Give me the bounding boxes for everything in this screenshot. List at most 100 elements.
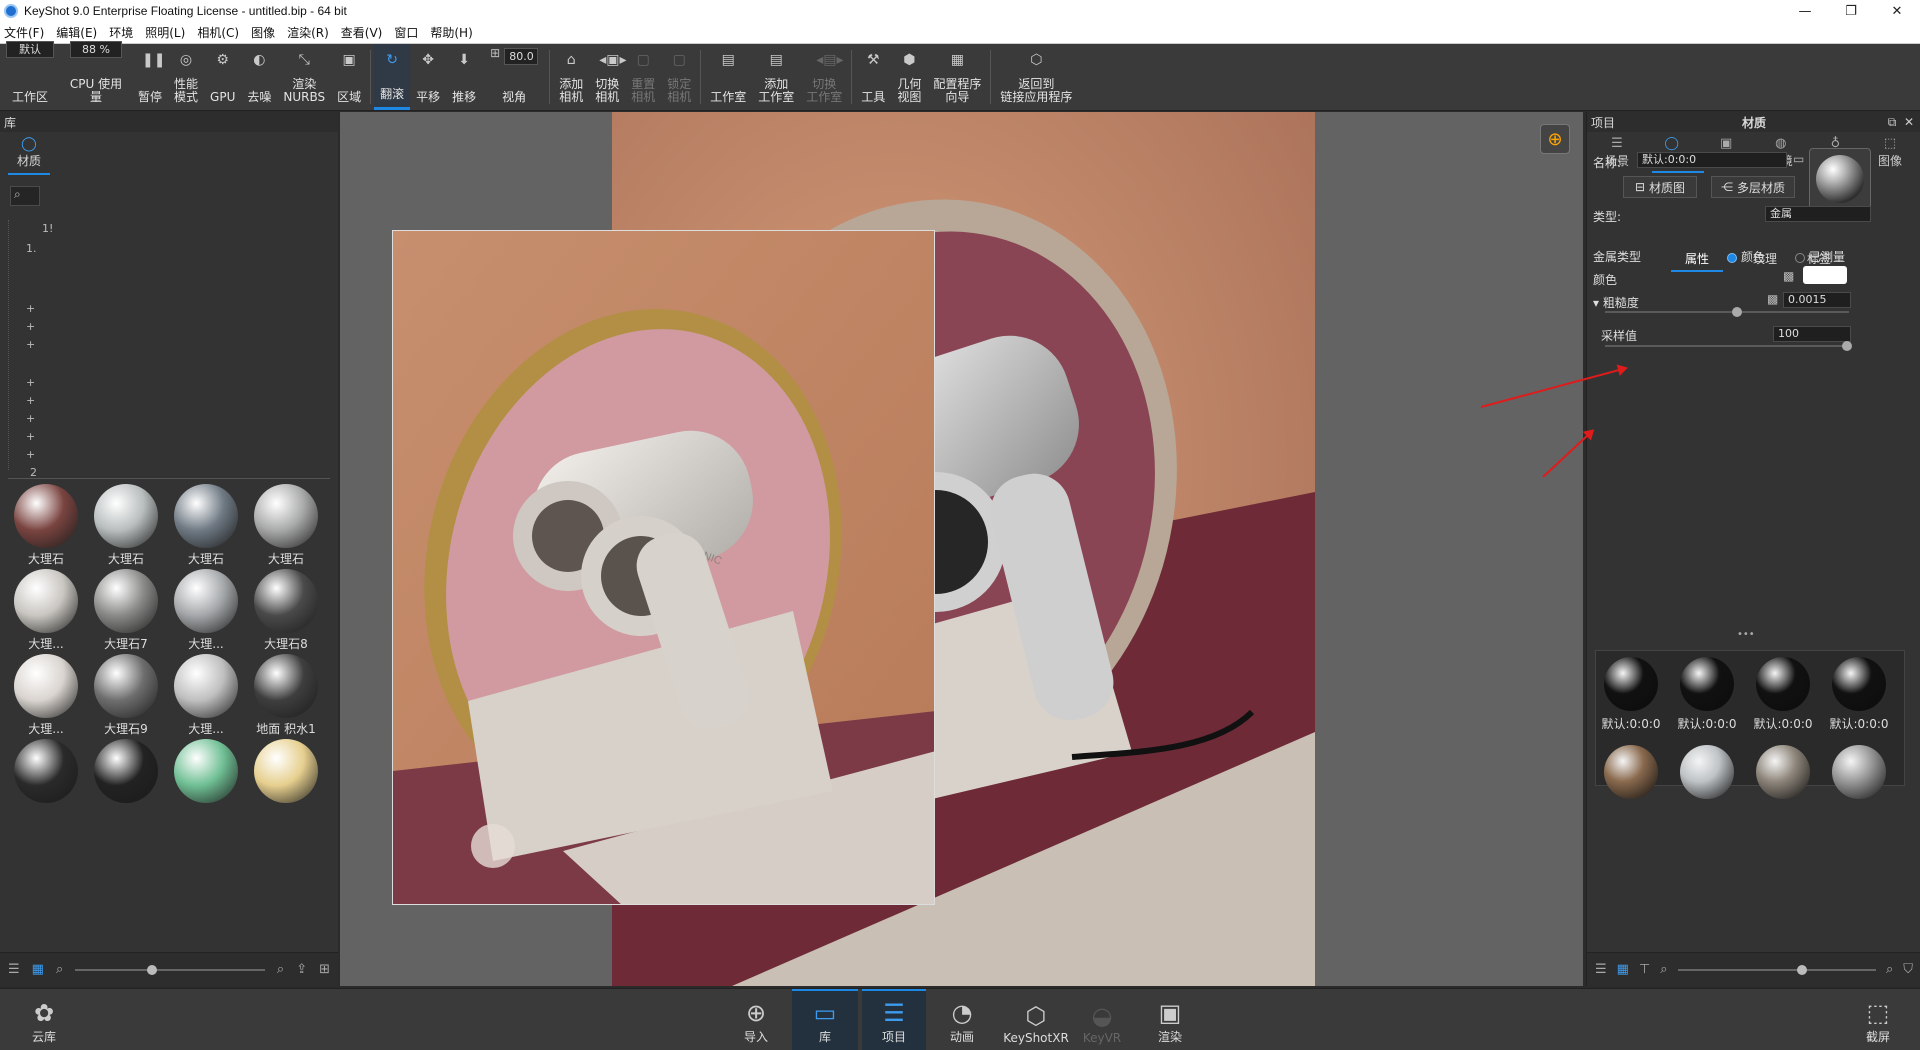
material-swatch[interactable] (1604, 745, 1658, 799)
material-swatch[interactable] (1832, 657, 1886, 711)
list-view-icon[interactable]: ☰ (8, 962, 20, 977)
menu-environment[interactable]: 环境 (109, 24, 133, 41)
metal-type-measured-radio[interactable]: 已测量 (1795, 248, 1845, 265)
thumbnail-size-slider[interactable] (75, 964, 265, 975)
keyvr-button[interactable]: ◒ KeyVR (1070, 989, 1134, 1050)
menu-render[interactable]: 渲染(R) (287, 24, 329, 41)
zoom-out-icon[interactable]: ⌕ (56, 962, 63, 977)
upload-icon[interactable]: ⇪ (296, 962, 307, 977)
switch-studio-button[interactable]: ◂▤▸ 切换 工作室 (800, 44, 848, 110)
swatch-size-slider[interactable] (1677, 964, 1876, 975)
region-button[interactable]: ▣ 区域 (331, 44, 367, 110)
tumble-button[interactable]: ↻ 翻滚 (374, 44, 411, 110)
slider-handle[interactable] (1796, 964, 1807, 975)
menu-window[interactable]: 窗口 (394, 24, 418, 41)
menu-edit[interactable]: 编辑(E) (56, 24, 97, 41)
slider-handle[interactable] (147, 964, 158, 975)
splitter-handle[interactable]: ••• (1737, 629, 1755, 640)
material-swatch[interactable] (1680, 745, 1734, 799)
library-button[interactable]: ▭ 库 (792, 989, 858, 1050)
tools-button[interactable]: ⚒ 工具 (855, 44, 891, 110)
back-to-linked-app-button[interactable]: ⬡ 返回到 链接应用程序 (994, 44, 1078, 110)
material-thumbnail[interactable] (254, 484, 318, 548)
texture-map-icon[interactable]: ▩ (1783, 269, 1794, 283)
pause-button[interactable]: ❚❚ 暂停 (132, 44, 168, 110)
menu-view[interactable]: 查看(V) (341, 24, 383, 41)
render-nurbs-button[interactable]: ⤡ 渲染 NURBS (277, 44, 331, 110)
material-thumbnail[interactable] (254, 569, 318, 633)
folder-icon[interactable]: ⊞ (319, 962, 330, 977)
material-name-input[interactable]: 默认:0:0:0 (1637, 152, 1787, 168)
menu-help[interactable]: 帮助(H) (430, 24, 472, 41)
grid-view-icon[interactable]: ▦ (1617, 962, 1629, 977)
import-button[interactable]: ⊕ 导入 (724, 989, 788, 1050)
tree-view-icon[interactable]: ⊤ (1639, 962, 1650, 977)
cloud-library-button[interactable]: ✿ 云库 (12, 989, 76, 1050)
material-thumbnail[interactable] (14, 739, 78, 803)
workspace-select[interactable]: 默认 (6, 41, 54, 58)
fov-group[interactable]: ⊞ 80.0 视角 (482, 44, 546, 110)
material-thumbnail[interactable] (94, 654, 158, 718)
add-camera-button[interactable]: ⌂ 添加 相机 (553, 44, 589, 110)
screenshot-button[interactable]: ⬚ 截屏 (1846, 989, 1910, 1050)
tree-row[interactable]: + (26, 394, 35, 407)
library-search-input[interactable]: ⌕ (10, 186, 40, 206)
material-thumbnail[interactable] (174, 569, 238, 633)
geometry-view-button[interactable]: ⬢ 几何 视图 (891, 44, 927, 110)
tree-row[interactable]: + (26, 320, 35, 333)
menu-file[interactable]: 文件(F) (4, 24, 44, 41)
material-thumbnail[interactable] (94, 739, 158, 803)
save-material-icon[interactable]: ▭ (1793, 152, 1804, 166)
reference-image-overlay[interactable]: FONIC (392, 230, 935, 905)
library-tab-materials[interactable]: ◯ 材质 (8, 136, 50, 175)
zoom-out-icon[interactable]: ⌕ (1660, 962, 1667, 977)
zoom-in-icon[interactable]: ⌕ (277, 962, 284, 977)
material-thumbnail[interactable] (14, 654, 78, 718)
roughness-texture-icon[interactable]: ▩ (1767, 292, 1778, 306)
workspace-group[interactable]: 默认 工作区 (0, 41, 60, 110)
zoom-in-icon[interactable]: ⌕ (1886, 962, 1893, 977)
tree-row[interactable]: + (26, 302, 35, 315)
material-thumbnail[interactable] (254, 739, 318, 803)
slider-handle[interactable] (1731, 307, 1742, 317)
roughness-input[interactable]: 0.0015 (1783, 292, 1851, 308)
menu-camera[interactable]: 相机(C) (197, 24, 239, 41)
samples-slider[interactable] (1605, 341, 1852, 351)
render-viewport[interactable]: FONIC ⊕ (340, 112, 1583, 986)
material-thumbnail[interactable] (174, 739, 238, 803)
material-swatch[interactable] (1756, 657, 1810, 711)
switch-camera-button[interactable]: ◂▣▸ 切换 相机 (589, 44, 626, 110)
add-studio-button[interactable]: ▤ 添加 工作室 (752, 44, 800, 110)
material-swatch[interactable] (1832, 745, 1886, 799)
tree-row[interactable]: 1! (42, 222, 53, 235)
pan-button[interactable]: ✥ 平移 (410, 44, 446, 110)
multi-layer-material-button[interactable]: ⋲ 多层材质 (1711, 176, 1795, 198)
lock-camera-button[interactable]: ▢ 锁定 相机 (661, 44, 697, 110)
material-graph-button[interactable]: ⊟ 材质图 (1623, 176, 1697, 198)
project-button[interactable]: ☰ 项目 (862, 989, 926, 1050)
performance-mode-button[interactable]: ◎ 性能 模式 (168, 44, 204, 110)
undock-icon[interactable]: ⧉ (1888, 115, 1897, 129)
material-thumbnail[interactable] (254, 654, 318, 718)
studio-button[interactable]: ▤ 工作室 (704, 44, 752, 110)
samples-input[interactable]: 100 (1773, 326, 1851, 342)
menu-lighting[interactable]: 照明(L) (145, 24, 185, 41)
tree-row[interactable]: + (26, 430, 35, 443)
minimize-button[interactable]: — (1782, 0, 1828, 22)
tree-row[interactable]: + (26, 338, 35, 351)
configurator-wizard-button[interactable]: ▦ 配置程序 向导 (927, 44, 987, 110)
dolly-button[interactable]: ⬇ 推移 (446, 44, 482, 110)
list-view-icon[interactable]: ☰ (1595, 962, 1607, 977)
material-thumbnail[interactable] (14, 569, 78, 633)
tree-row[interactable]: 1. (26, 242, 37, 255)
panel-close-icon[interactable]: ✕ (1904, 115, 1914, 129)
material-swatch[interactable] (1680, 657, 1734, 711)
tree-row[interactable]: + (26, 448, 35, 461)
tab-image[interactable]: ⬚ 图像 (1870, 136, 1910, 172)
material-swatch[interactable] (1604, 657, 1658, 711)
subtab-properties[interactable]: 属性 (1671, 250, 1724, 272)
material-thumbnail[interactable] (94, 569, 158, 633)
gpu-button[interactable]: ⚙ GPU (204, 44, 241, 110)
material-thumbnail[interactable] (94, 484, 158, 548)
metal-type-color-radio[interactable]: 颜色 (1727, 248, 1765, 265)
